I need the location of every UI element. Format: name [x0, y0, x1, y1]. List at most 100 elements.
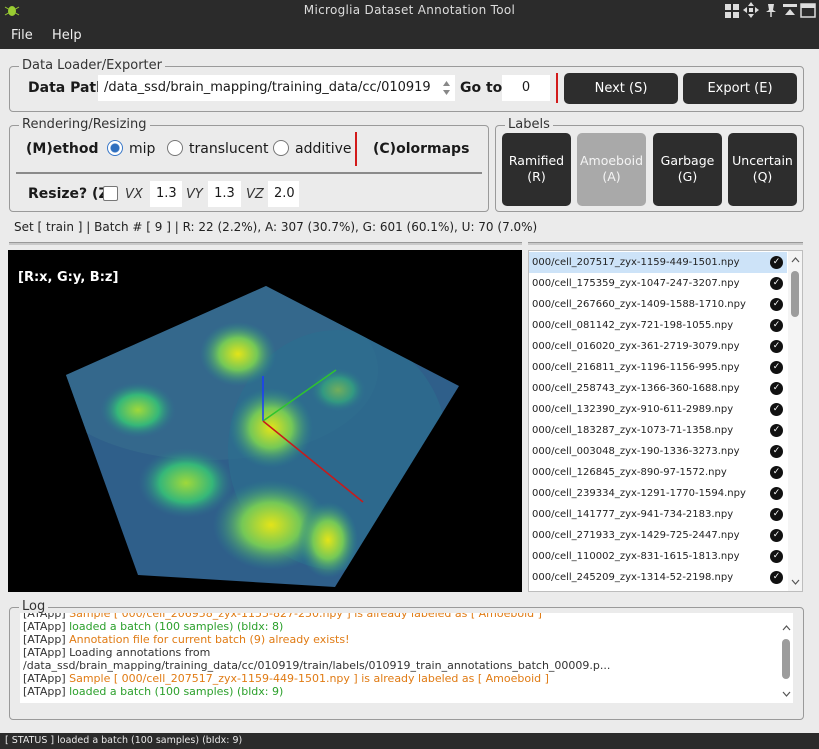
method-additive-radio[interactable]	[273, 140, 289, 156]
label-amoeboid-key: (A)	[602, 169, 621, 184]
status-text: [ STATUS ] loaded a batch (100 samples) …	[5, 735, 243, 746]
check-icon: ✓	[770, 487, 783, 500]
check-icon: ✓	[770, 403, 783, 416]
file-name: 000/cell_207517_zyx-1159-449-1501.npy	[532, 257, 740, 268]
log-message: /data_ssd/brain_mapping/training_data/cc…	[23, 659, 611, 672]
batch-summary: Set [ train ] | Batch # [ 9 ] | R: 22 (2…	[14, 220, 538, 234]
title-bar: Microglia Dataset Annotation Tool	[0, 0, 819, 21]
labels-title: Labels	[505, 117, 553, 132]
list-item[interactable]: 000/cell_081142_zyx-721-198-1055.npy ✓	[529, 315, 787, 336]
list-item[interactable]: 000/cell_239334_zyx-1291-1770-1594.npy ✓	[529, 483, 787, 504]
label-ramified-button[interactable]: Ramified (R)	[502, 133, 571, 206]
label-uncertain-button[interactable]: Uncertain (Q)	[728, 133, 797, 206]
window-grid-icon[interactable]	[724, 3, 740, 18]
log-scrollbar[interactable]	[779, 613, 793, 703]
check-icon: ✓	[770, 340, 783, 353]
resize-checkbox[interactable]	[103, 186, 118, 201]
log-line: /data_ssd/brain_mapping/training_data/cc…	[23, 659, 610, 672]
next-button[interactable]: Next (S)	[564, 73, 678, 104]
check-icon: ✓	[770, 529, 783, 542]
status-bar: [ STATUS ] loaded a batch (100 samples) …	[0, 733, 819, 749]
list-item[interactable]: 000/cell_175359_zyx-1047-247-3207.npy ✓	[529, 273, 787, 294]
data-path-label: Data Path	[28, 80, 107, 96]
check-icon: ✓	[770, 445, 783, 458]
colormaps-label[interactable]: (C)olormaps	[373, 141, 469, 157]
log-title: Log	[19, 599, 49, 614]
file-list[interactable]: 000/cell_207517_zyx-1159-449-1501.npy ✓ 0…	[528, 250, 803, 592]
file-name: 000/cell_271933_zyx-1429-725-2447.npy	[532, 530, 740, 541]
file-name: 000/cell_239334_zyx-1291-1770-1594.npy	[532, 488, 746, 499]
method-translucent-radio[interactable]	[167, 140, 183, 156]
menu-help[interactable]: Help	[52, 28, 82, 43]
file-name: 000/cell_016020_zyx-361-2719-3079.npy	[532, 341, 740, 352]
menu-file[interactable]: File	[11, 28, 33, 43]
check-icon: ✓	[770, 361, 783, 374]
label-ramified-key: (R)	[527, 169, 546, 184]
goto-input[interactable]: 0	[502, 75, 550, 101]
list-item[interactable]: 000/cell_245209_zyx-1314-52-2198.npy ✓	[529, 567, 787, 588]
list-item[interactable]: 000/cell_126845_zyx-890-97-1572.npy ✓	[529, 462, 787, 483]
list-item[interactable]: 000/cell_216811_zyx-1196-1156-995.npy ✓	[529, 357, 787, 378]
log-prefix: [ATApp]	[23, 613, 66, 620]
check-icon: ✓	[770, 256, 783, 269]
list-item[interactable]: 000/cell_258743_zyx-1366-360-1688.npy ✓	[529, 378, 787, 399]
scroll-down-icon[interactable]	[791, 579, 800, 585]
label-uncertain-name: Uncertain	[732, 153, 793, 168]
list-item[interactable]: 000/cell_141777_zyx-941-734-2183.npy ✓	[529, 504, 787, 525]
label-garbage-button[interactable]: Garbage (G)	[653, 133, 722, 206]
log-message: Annotation file for current batch (9) al…	[69, 633, 350, 646]
volume-viewer[interactable]: [R:x, G:y, B:z]	[8, 250, 522, 592]
pin-icon[interactable]	[765, 3, 777, 18]
label-amoeboid-button[interactable]: Amoeboid (A)	[577, 133, 646, 206]
viewer-splitter[interactable]	[9, 242, 522, 245]
log-scroll-thumb[interactable]	[782, 639, 790, 679]
axes-legend: [R:x, G:y, B:z]	[18, 270, 119, 285]
window-move-icon[interactable]	[743, 2, 759, 18]
log-message: Loading annotations from	[69, 646, 211, 659]
export-button[interactable]: Export (E)	[683, 73, 797, 104]
log-prefix: [ATApp]	[23, 620, 66, 633]
list-scrollbar[interactable]	[788, 251, 802, 591]
vx-label: VX	[125, 187, 143, 202]
vy-input[interactable]: 1.3	[208, 181, 241, 207]
list-item[interactable]: 000/cell_003048_zyx-190-1336-3273.npy ✓	[529, 441, 787, 462]
check-icon: ✓	[770, 277, 783, 290]
divider-red	[556, 73, 558, 103]
vy-label: VY	[186, 187, 203, 202]
label-garbage-name: Garbage	[660, 153, 715, 168]
vz-input[interactable]: 2.0	[268, 181, 299, 207]
list-item[interactable]: 000/cell_110002_zyx-831-1615-1813.npy ✓	[529, 546, 787, 567]
list-item[interactable]: 000/cell_207517_zyx-1159-449-1501.npy ✓	[529, 252, 787, 273]
list-item[interactable]: 000/cell_267660_zyx-1409-1588-1710.npy ✓	[529, 294, 787, 315]
method-mip-radio[interactable]	[107, 140, 123, 156]
list-item[interactable]: 000/cell_271933_zyx-1429-725-2447.npy ✓	[529, 525, 787, 546]
scroll-up-icon[interactable]	[782, 625, 791, 631]
scroll-up-icon[interactable]	[791, 257, 800, 263]
log-line: [ATApp] Annotation file for current batc…	[23, 633, 350, 646]
file-name: 000/cell_258743_zyx-1366-360-1688.npy	[532, 383, 740, 394]
log-line: [ATApp] Sample [ 000/cell_207517_zyx-115…	[23, 672, 549, 685]
data-path-value: /data_ssd/brain_mapping/training_data/cc…	[104, 80, 431, 95]
maximize-icon[interactable]	[800, 3, 816, 18]
file-name: 000/cell_245209_zyx-1314-52-2198.npy	[532, 572, 734, 583]
minimize-icon[interactable]	[782, 3, 798, 18]
list-splitter[interactable]	[528, 242, 803, 245]
volume-render	[66, 286, 459, 587]
file-name: 000/cell_126845_zyx-890-97-1572.npy	[532, 467, 727, 478]
check-icon: ✓	[770, 571, 783, 584]
scroll-down-icon[interactable]	[782, 691, 791, 697]
path-spin-icon[interactable]	[442, 80, 451, 96]
data-path-field[interactable]: /data_ssd/brain_mapping/training_data/cc…	[98, 75, 455, 101]
vz-label: VZ	[246, 187, 264, 202]
list-item[interactable]: 000/cell_016020_zyx-361-2719-3079.npy ✓	[529, 336, 787, 357]
log-view[interactable]: [ATApp] Sample [ 000/cell_206958_zyx-115…	[20, 613, 793, 703]
check-icon: ✓	[770, 550, 783, 563]
list-item[interactable]: 000/cell_132390_zyx-910-611-2989.npy ✓	[529, 399, 787, 420]
log-line: [ATApp] Loading annotations from	[23, 646, 210, 659]
log-prefix: [ATApp]	[23, 646, 66, 659]
list-item[interactable]: 000/cell_183287_zyx-1073-71-1358.npy ✓	[529, 420, 787, 441]
label-garbage-key: (G)	[677, 169, 698, 184]
vx-input[interactable]: 1.3	[150, 181, 182, 207]
list-scroll-thumb[interactable]	[791, 271, 799, 317]
file-name: 000/cell_183287_zyx-1073-71-1358.npy	[532, 425, 734, 436]
